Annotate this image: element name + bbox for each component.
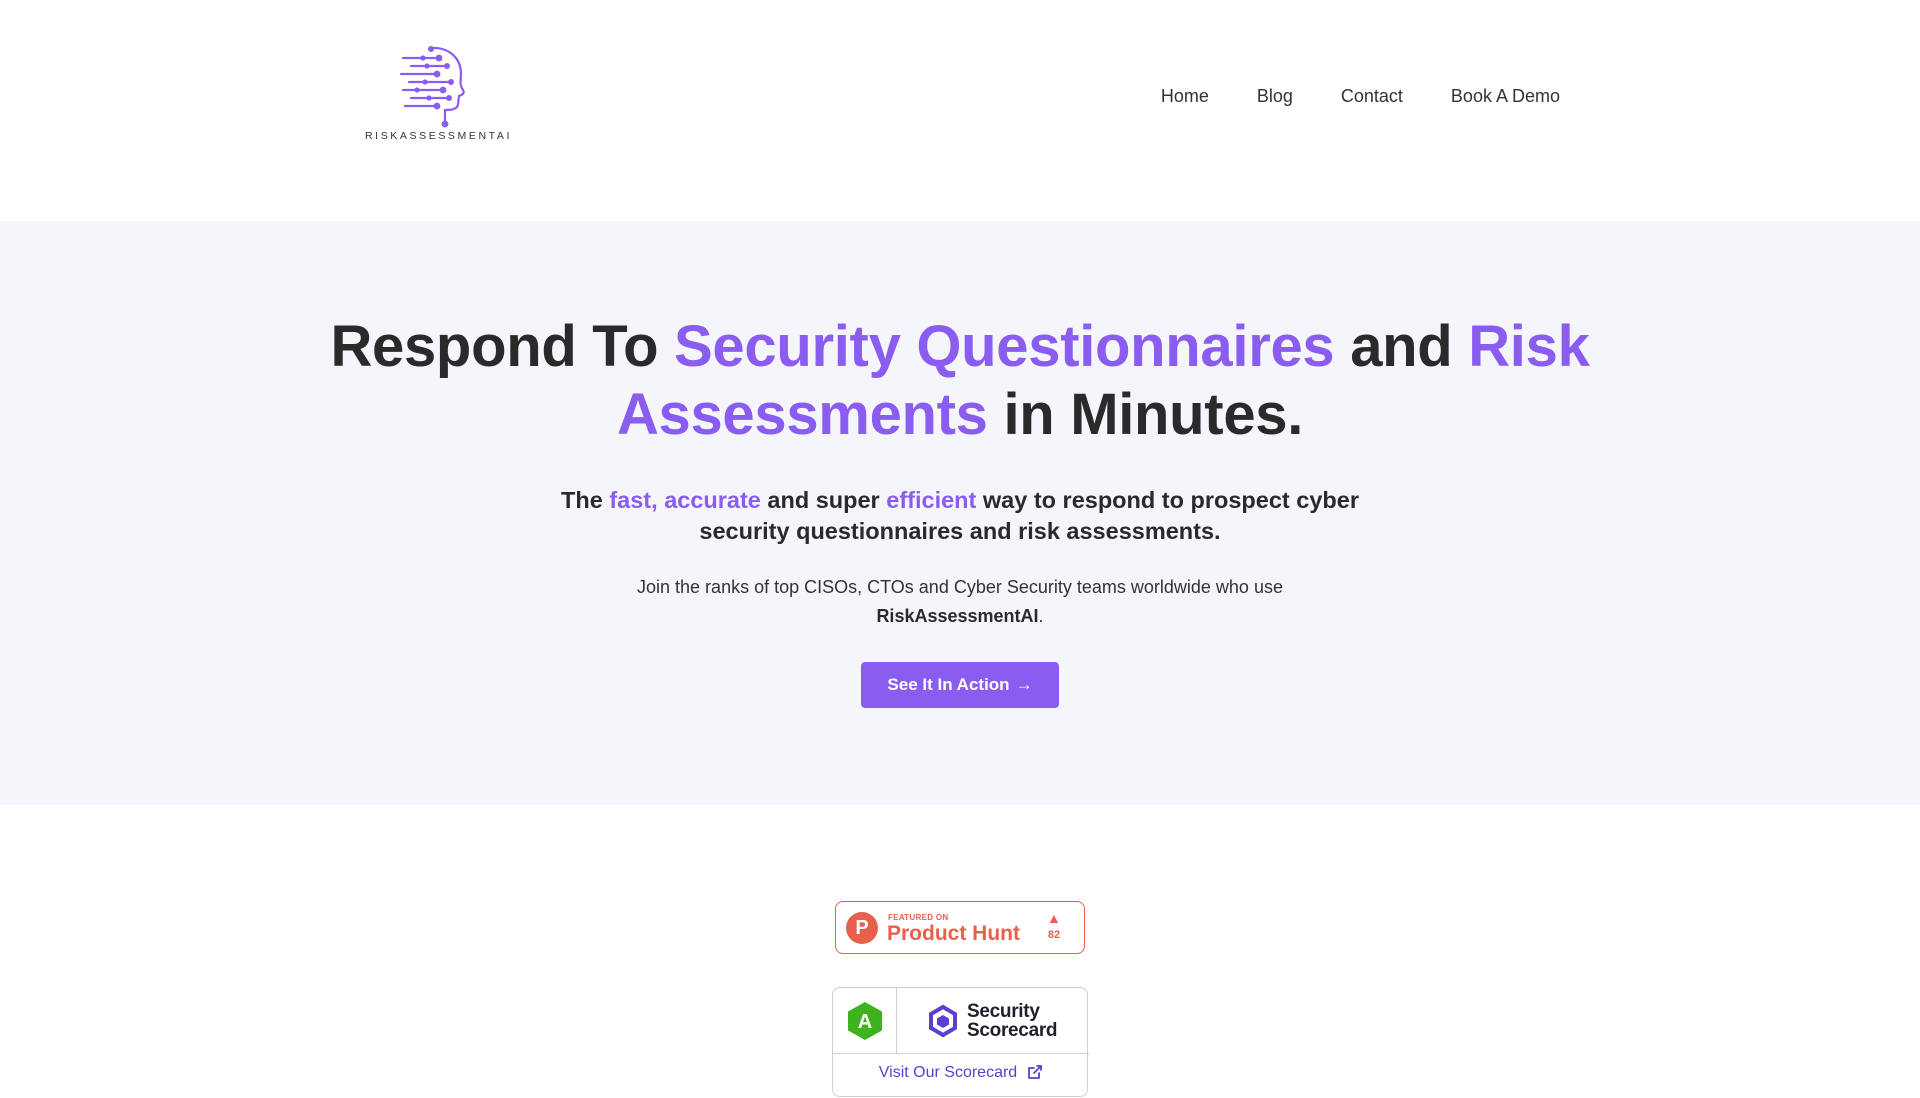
hero-title-accent: Security Questionnaires [674,314,1335,379]
scorecard-name: Security Scorecard [967,1001,1058,1041]
product-hunt-featured-text: FEATURED ON [888,913,949,922]
nav-item-blog[interactable]: Blog [1257,86,1293,107]
hero-title-part: Respond To [330,314,675,379]
product-hunt-badge[interactable]: P FEATURED ON Product Hunt ▲ 82 [835,901,1085,954]
hero-subtitle-accent: efficient [886,487,977,513]
scorecard-name-line2: Scorecard [967,1020,1058,1041]
product-hunt-name: Product Hunt [887,922,1020,945]
logo[interactable]: RISKASSESSMENTAI [365,44,513,144]
hero-description-end: . [1038,606,1044,626]
grade-hexagon-icon: A [848,1002,882,1040]
scorecard-grade: A [833,988,897,1053]
nav-item-home[interactable]: Home [1161,86,1209,107]
hero-title-part: and [1334,314,1469,379]
scorecard-grade-letter: A [858,1011,872,1033]
visit-scorecard-label: Visit Our Scorecard [878,1064,1018,1081]
cta-label: See It In Action [887,675,1010,694]
site-header: RISKASSESSMENTAI Home Blog Contact Book … [0,0,1920,221]
head-circuit-icon [399,46,465,128]
hero-description: Join the ranks of top CISOs, CTOs and Cy… [560,573,1360,631]
nav-item-book-a-demo[interactable]: Book A Demo [1451,86,1560,107]
external-link-icon [1028,1065,1043,1079]
hero-subtitle-accent: fast, accurate [609,487,761,513]
logo-text: RISKASSESSMENTAI [365,130,513,142]
hero-subtitle: The fast, accurate and super efficient w… [560,485,1360,547]
visit-scorecard-link[interactable]: Visit Our Scorecard [833,1053,1089,1098]
hero-subtitle-part: The [561,487,610,513]
scorecard-logo-icon [929,1004,957,1038]
scorecard-logo: Security Scorecard [897,988,1089,1053]
triangle-up-icon: ▲ [1047,910,1061,926]
arrow-right-icon: → [1015,675,1033,694]
nav-item-contact[interactable]: Contact [1341,86,1403,107]
hero-title-part: in Minutes. [987,382,1304,447]
hero-title: Respond To Security Questionnaires and R… [300,313,1620,449]
hero-subtitle-part: and super [760,487,887,513]
security-scorecard-badge: A Security Scorecard Visit Our Scorecard [832,987,1089,1098]
scorecard-name-line1: Security [967,1001,1040,1022]
hero-section: Respond To Security Questionnaires and R… [0,221,1920,805]
hero-description-brand: RiskAssessmentAI [876,606,1039,626]
product-hunt-logo-icon: P [846,912,878,944]
main-nav: Home Blog Contact Book A Demo [1161,86,1560,107]
hero-description-text: Join the ranks of top CISOs, CTOs and Cy… [637,577,1283,597]
product-hunt-upvote-count: 82 [1047,929,1061,941]
see-it-in-action-button[interactable]: See It In Action → [861,662,1059,708]
